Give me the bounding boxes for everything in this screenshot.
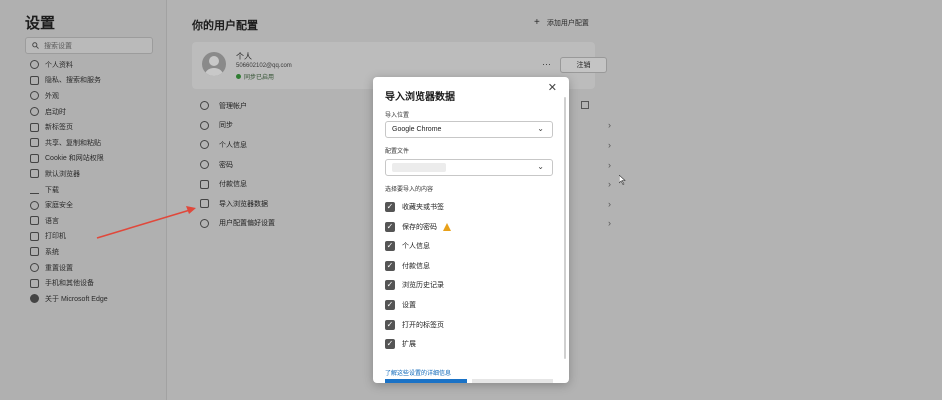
checkbox-extensions[interactable]: ✓ 扩展 <box>385 339 416 349</box>
choose-content-label: 选择要导入的内容 <box>385 187 434 193</box>
warning-icon <box>443 223 451 231</box>
import-from-label: 导入位置 <box>385 113 410 119</box>
import-button[interactable] <box>385 379 467 383</box>
checkbox-passwords[interactable]: ✓ 保存的密码 <box>385 222 451 232</box>
checkbox-payment[interactable]: ✓ 付款信息 <box>385 261 430 271</box>
checkbox-checked-icon: ✓ <box>385 280 395 290</box>
checkbox-label: 付款信息 <box>402 263 430 270</box>
checkbox-checked-icon: ✓ <box>385 320 395 330</box>
dialog-title: 导入浏览器数据 <box>385 92 455 103</box>
checkbox-history[interactable]: ✓ 浏览历史记录 <box>385 280 444 290</box>
learn-more-link[interactable]: 了解这些设置的详细信息 <box>385 368 451 377</box>
checkbox-checked-icon: ✓ <box>385 339 395 349</box>
checkbox-label: 保存的密码 <box>402 224 437 231</box>
chevron-down-icon: ⌄ <box>537 124 544 133</box>
import-from-value: Google Chrome <box>392 126 442 133</box>
close-icon[interactable]: ✕ <box>548 81 557 94</box>
chevron-down-icon: ⌄ <box>537 162 544 171</box>
checkbox-settings[interactable]: ✓ 设置 <box>385 300 416 310</box>
profile-label: 配置文件 <box>385 149 410 155</box>
checkbox-label: 个人信息 <box>402 243 430 250</box>
import-browser-data-dialog: ✕ 导入浏览器数据 导入位置 Google Chrome ⌄ 配置文件 ⌄ 选择… <box>373 77 569 383</box>
checkbox-label: 设置 <box>402 302 416 309</box>
import-from-select[interactable]: Google Chrome ⌄ <box>385 121 553 138</box>
blurred-profile-value <box>392 163 446 172</box>
dialog-scrollbar[interactable] <box>564 97 566 359</box>
checkbox-checked-icon: ✓ <box>385 261 395 271</box>
checkbox-label: 浏览历史记录 <box>402 282 444 289</box>
checkbox-personal-info[interactable]: ✓ 个人信息 <box>385 241 430 251</box>
checkbox-label: 收藏夹或书签 <box>402 204 444 211</box>
checkbox-label: 打开的标签页 <box>402 322 444 329</box>
checkbox-checked-icon: ✓ <box>385 222 395 232</box>
checkbox-label: 扩展 <box>402 341 416 348</box>
checkbox-checked-icon: ✓ <box>385 202 395 212</box>
checkbox-favorites[interactable]: ✓ 收藏夹或书签 <box>385 202 444 212</box>
profile-select[interactable]: ⌄ <box>385 159 553 176</box>
checkbox-open-tabs[interactable]: ✓ 打开的标签页 <box>385 320 444 330</box>
cancel-button[interactable] <box>472 379 553 383</box>
checkbox-checked-icon: ✓ <box>385 241 395 251</box>
checkbox-checked-icon: ✓ <box>385 300 395 310</box>
mouse-cursor-icon <box>618 174 626 188</box>
